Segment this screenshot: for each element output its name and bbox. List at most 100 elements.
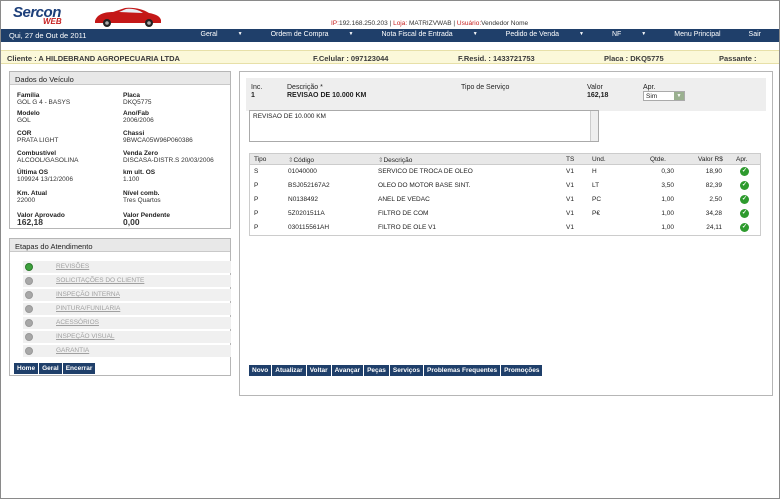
approved-check-icon[interactable]: ✓ xyxy=(740,195,749,204)
dropdown-arrow-icon: ▼ xyxy=(472,31,478,37)
column-header: Tipo xyxy=(254,156,266,163)
cell-tipo: S xyxy=(254,168,259,175)
action-button-3[interactable]: Avançar xyxy=(331,365,364,376)
status-dot-icon xyxy=(25,347,33,355)
table-row[interactable]: P BSJ052167A2 OLEO DO MOTOR BASE SINT. V1 LT… xyxy=(250,179,760,193)
approved-check-icon[interactable]: ✓ xyxy=(740,181,749,190)
client-placa: Placa : DKQ5775 xyxy=(604,54,664,63)
inc-label: Inc. xyxy=(251,84,263,91)
vehicle-field-label: Km. Atual xyxy=(17,190,48,197)
action-button-5[interactable]: Serviços xyxy=(389,365,423,376)
nav-item-4[interactable]: NF ▼ xyxy=(598,31,660,38)
client-info-bar: Cliente : A HILDEBRAND AGROPECUARIA LTDA… xyxy=(1,50,779,64)
chevron-down-icon[interactable]: ▼ xyxy=(674,92,684,100)
column-header-label: Descrição xyxy=(383,157,413,164)
nav-item-5[interactable]: Menu Principal xyxy=(660,31,734,38)
client-residencial: F.Resid. : 1433721753 xyxy=(458,54,535,63)
stage-item-2[interactable]: INSPEÇÃO INTERNA xyxy=(23,289,231,301)
stage-item-3[interactable]: PINTURA/FUNILARIA xyxy=(23,303,231,315)
stage-item-5[interactable]: INSPEÇÃO VISUAL xyxy=(23,331,231,343)
stage-label[interactable]: PINTURA/FUNILARIA xyxy=(56,305,120,312)
cell-ts: V1 xyxy=(566,196,574,203)
column-header[interactable]: ⇕Descrição xyxy=(378,156,412,164)
action-button-7[interactable]: Promoções xyxy=(501,365,543,376)
stage-label[interactable]: REVISÕES xyxy=(56,263,89,270)
stage-label[interactable]: GARANTIA xyxy=(56,347,89,354)
status-dot-icon xyxy=(25,277,33,285)
service-notes-textarea[interactable]: REVISAO DE 10.000 KM xyxy=(249,110,599,142)
action-button-0[interactable]: Novo xyxy=(249,365,272,376)
stage-item-0[interactable]: REVISÕES xyxy=(23,261,231,273)
status-dot-icon xyxy=(25,305,33,313)
notes-scrollbar[interactable] xyxy=(590,111,598,141)
vehicle-field-4: COR PRATA LIGHT xyxy=(17,130,58,144)
approved-check-icon[interactable]: ✓ xyxy=(740,167,749,176)
cell-und: P€ xyxy=(592,210,600,217)
nav-item-label: Menu Principal xyxy=(674,31,721,38)
dropdown-arrow-icon: ▼ xyxy=(237,31,243,37)
vehicle-field-value: 162,18 xyxy=(17,217,43,227)
table-row[interactable]: P N0138492 ANEL DE VEDAC V1 PC 1,00 2,50 ✓ xyxy=(250,193,760,207)
client-passante: Passante : xyxy=(719,54,757,63)
cell-und: H xyxy=(592,168,597,175)
cell-tipo: P xyxy=(254,196,259,203)
column-header-label: TS xyxy=(566,156,575,163)
cell-tipo: P xyxy=(254,182,259,189)
logo-subtext: WEB xyxy=(43,17,62,26)
vehicle-field-label: Combustível xyxy=(17,150,57,157)
stage-button-2[interactable]: Encerrar xyxy=(62,363,96,374)
vehicle-field-label: Família xyxy=(17,92,40,99)
action-button-4[interactable]: Peças xyxy=(364,365,389,376)
approved-check-icon[interactable]: ✓ xyxy=(740,209,749,218)
vehicle-field-6: Combustível ALCOOL/GASOLINA xyxy=(17,150,78,164)
action-button-2[interactable]: Voltar xyxy=(306,365,331,376)
table-row[interactable]: P 5Z0201511A FILTRO DE COM V1 P€ 1,00 34,28 ✓ xyxy=(250,207,760,221)
session-info: IP:192.168.250.203 | Loja: MATRIZVWAB | … xyxy=(331,20,529,27)
vehicle-panel: Dados do Veículo Família GOL G 4 - BASYS P… xyxy=(9,71,231,229)
vehicle-panel-title: Dados do Veículo xyxy=(10,72,230,85)
cell-valor: 82,39 xyxy=(705,182,722,189)
table-row[interactable]: S 01040000 SERVICO DE TROCA DE OLEO V1 H 0,30… xyxy=(250,165,760,179)
column-header: Valor R$ xyxy=(698,156,723,163)
cell-codigo: BSJ052167A2 xyxy=(288,182,330,189)
nav-item-3[interactable]: Pedido de Venda ▼ xyxy=(492,31,598,38)
vehicle-field-2: Modelo GOL xyxy=(17,110,40,124)
cell-qtde: 1,00 xyxy=(661,196,674,203)
nav-item-label: Pedido de Venda xyxy=(505,31,559,38)
vehicle-field-10: Km. Atual 22000 xyxy=(17,190,47,204)
stage-button-1[interactable]: Geral xyxy=(39,363,62,374)
stage-label[interactable]: SOLICITAÇÕES DO CLIENTE xyxy=(56,277,144,284)
main-navbar: Qui, 27 de Out de 2011 Geral ▼ Ordem de Co… xyxy=(1,29,779,42)
stages-panel-title: Etapas do Atendimento xyxy=(10,239,230,252)
column-header: Und. xyxy=(592,156,606,163)
cell-qtde: 0,30 xyxy=(661,168,674,175)
stage-item-4[interactable]: ACESSÓRIOS xyxy=(23,317,231,329)
stage-label[interactable]: INSPEÇÃO VISUAL xyxy=(56,333,115,340)
stage-item-6[interactable]: GARANTIA xyxy=(23,345,231,357)
stage-button-0[interactable]: Home xyxy=(14,363,39,374)
apr-select[interactable]: Sim ▼ xyxy=(643,91,685,101)
nav-item-2[interactable]: Nota Fiscal de Entrada ▼ xyxy=(368,31,492,38)
cell-codigo: 5Z0201511A xyxy=(288,210,325,217)
stage-label[interactable]: ACESSÓRIOS xyxy=(56,319,99,326)
nav-item-1[interactable]: Ordem de Compra ▼ xyxy=(257,31,368,38)
approved-check-icon[interactable]: ✓ xyxy=(740,223,749,232)
column-header[interactable]: ⇕Código xyxy=(288,156,314,164)
nav-item-6[interactable]: Sair xyxy=(735,31,775,38)
action-button-6[interactable]: Problemas Frequentes xyxy=(423,365,501,376)
nav-item-0[interactable]: Geral ▼ xyxy=(187,31,257,38)
action-button-1[interactable]: Atualizar xyxy=(272,365,306,376)
valor-label: Valor xyxy=(587,84,603,91)
table-row[interactable]: P 030115561AH FILTRO DE OLE V1 V1 1,00 24,11 ✓ xyxy=(250,221,760,235)
car-icon xyxy=(95,7,161,27)
stage-item-1[interactable]: SOLICITAÇÕES DO CLIENTE xyxy=(23,275,231,287)
nav-menu: Geral ▼ Ordem de Compra ▼ Nota Fiscal de Ent… xyxy=(187,31,776,38)
cell-valor: 34,28 xyxy=(705,210,722,217)
vehicle-field-label: Modelo xyxy=(17,110,40,117)
current-date: Qui, 27 de Out de 2011 xyxy=(9,31,87,40)
column-header-label: Und. xyxy=(592,156,606,163)
vehicle-field-value: 1.100 xyxy=(123,176,140,183)
sercon-logo: Sercon WEB xyxy=(13,4,75,26)
cell-valor: 18,90 xyxy=(705,168,722,175)
stage-label[interactable]: INSPEÇÃO INTERNA xyxy=(56,291,120,298)
